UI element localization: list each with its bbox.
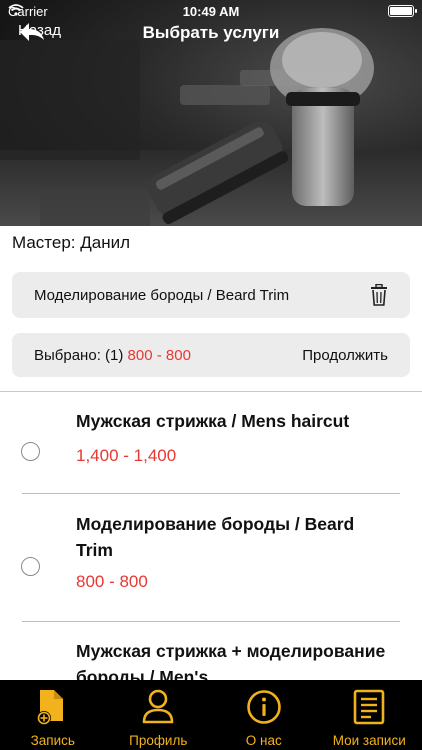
tab-label: Мои записи (332, 733, 406, 748)
list-item[interactable]: Мужская стрижка + моделирование бороды /… (0, 622, 422, 680)
tab-booking[interactable]: Запись (0, 680, 106, 750)
master-label: Мастер: Данил (12, 233, 131, 252)
header-image: Carrier 10:49 AM Назад Выбрать услуги (0, 0, 422, 226)
tab-bar: Запись Профиль О нас Мои записи (0, 680, 422, 750)
status-bar: Carrier 10:49 AM (0, 0, 422, 24)
service-name: Мужская стрижка / Mens haircut (76, 411, 350, 431)
list-item[interactable]: Моделирование бороды / Beard Trim 800 - … (0, 494, 422, 622)
selected-price: 800 - 800 (127, 346, 191, 364)
tab-label: О нас (245, 733, 282, 748)
tab-my-bookings[interactable]: Мои записи (317, 680, 422, 750)
nav-bar: Назад Выбрать услуги (0, 22, 422, 46)
selected-service-card: Моделирование бороды / Beard Trim (12, 272, 410, 318)
battery-icon (388, 5, 417, 17)
selected-prefix: Выбрано: (1) (34, 346, 124, 364)
tab-label: Профиль (129, 733, 188, 748)
service-name: Мужская стрижка + моделирование бороды /… (76, 641, 386, 680)
tab-about[interactable]: О нас (211, 680, 317, 750)
tab-profile[interactable]: Профиль (106, 680, 212, 750)
page-title: Выбрать услуги (142, 23, 280, 42)
user-icon (142, 689, 174, 724)
radio-button[interactable] (21, 442, 40, 461)
tab-label: Запись (30, 733, 75, 748)
selected-service-name: Моделирование бороды / Beard Trim (34, 286, 290, 304)
radio-button[interactable] (21, 557, 40, 576)
list-icon (353, 689, 385, 725)
service-name: Моделирование бороды / Beard Trim (76, 514, 355, 560)
status-time: 10:49 AM (182, 4, 240, 19)
trash-icon[interactable] (370, 284, 388, 306)
document-add-icon (36, 690, 63, 725)
selected-count: Выбрано: (1) 800 - 800 (34, 347, 191, 364)
service-price: 1,400 - 1,400 (76, 446, 177, 465)
continue-button[interactable]: Продолжить (302, 347, 388, 364)
info-icon (246, 690, 281, 724)
selection-summary: Выбрано: (1) 800 - 800 Продолжить (12, 333, 410, 377)
service-price: 800 - 800 (76, 572, 148, 591)
list-item[interactable]: Мужская стрижка / Mens haircut 1,400 - 1… (0, 392, 422, 494)
